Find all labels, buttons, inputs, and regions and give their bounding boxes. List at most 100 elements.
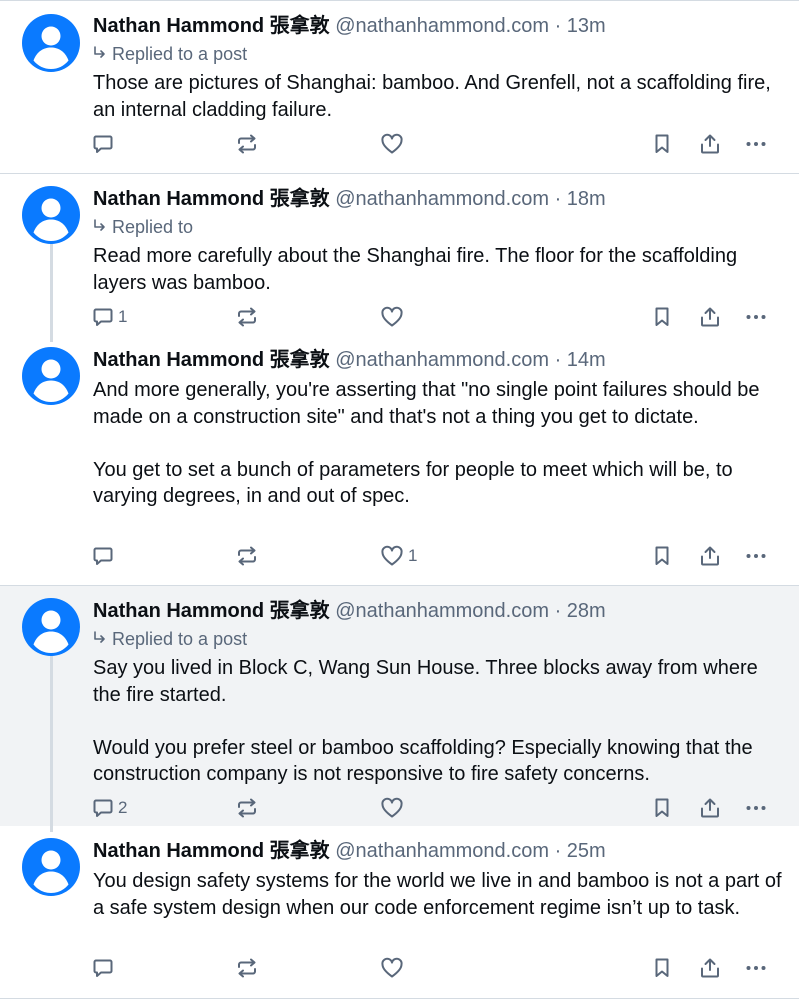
post-text: Those are pictures of Shanghai: bamboo. … xyxy=(93,72,777,121)
share-icon xyxy=(699,306,721,328)
bookmark-button[interactable] xyxy=(652,303,672,331)
share-icon xyxy=(699,545,721,567)
author-name[interactable]: Nathan Hammond 張拿敦 xyxy=(93,600,330,622)
reply-context-label: Replied to xyxy=(112,217,194,237)
separator: · xyxy=(554,840,562,862)
like-button[interactable] xyxy=(380,954,408,982)
reply-button[interactable]: 2 xyxy=(92,794,127,822)
avatar-default-icon[interactable] xyxy=(22,347,80,405)
share-button[interactable] xyxy=(699,130,721,158)
repost-arrows-icon xyxy=(235,133,259,155)
share-button[interactable] xyxy=(699,794,721,822)
author-name[interactable]: Nathan Hammond 張拿敦 xyxy=(93,349,330,371)
author-handle[interactable]: @nathanhammond.com xyxy=(335,15,549,37)
more-options-button[interactable] xyxy=(745,542,767,570)
post-text: Read more carefully about the Shanghai f… xyxy=(93,245,743,294)
bookmark-button[interactable] xyxy=(652,542,672,570)
reply-button[interactable] xyxy=(92,130,118,158)
post-timestamp[interactable]: 18m xyxy=(567,188,606,210)
post-header: Nathan Hammond 張拿敦 @nathanhammond.com · … xyxy=(93,599,789,623)
heart-icon xyxy=(380,957,404,979)
ellipsis-icon xyxy=(745,545,767,567)
reply-button[interactable]: 1 xyxy=(92,303,127,331)
share-button[interactable] xyxy=(699,954,721,982)
divider xyxy=(0,998,799,999)
post-timestamp[interactable]: 13m xyxy=(567,15,606,37)
more-options-button[interactable] xyxy=(745,954,767,982)
divider xyxy=(0,0,799,1)
reply-arrow-icon xyxy=(94,631,105,643)
repost-button[interactable] xyxy=(235,542,259,570)
heart-icon xyxy=(380,306,404,328)
separator: · xyxy=(554,188,562,210)
bookmark-icon xyxy=(652,133,672,155)
separator: · xyxy=(554,15,562,37)
share-button[interactable] xyxy=(699,303,721,331)
repost-arrows-icon xyxy=(235,797,259,819)
post-text: And more generally, you're asserting tha… xyxy=(93,379,760,507)
author-name[interactable]: Nathan Hammond 張拿敦 xyxy=(93,840,330,862)
share-icon xyxy=(699,133,721,155)
bookmark-icon xyxy=(652,797,672,819)
author-handle[interactable]: @nathanhammond.com xyxy=(335,349,549,371)
like-button[interactable]: 1 xyxy=(380,542,417,570)
post-header: Nathan Hammond 張拿敦 @nathanhammond.com · … xyxy=(93,348,789,372)
like-button[interactable] xyxy=(380,130,408,158)
repost-arrows-icon xyxy=(235,545,259,567)
post-timestamp[interactable]: 14m xyxy=(567,349,606,371)
post-actions: 1 xyxy=(0,303,799,331)
reply-context[interactable]: Replied to a post xyxy=(93,43,247,65)
author-name[interactable]: Nathan Hammond 張拿敦 xyxy=(93,188,330,210)
heart-icon xyxy=(380,797,404,819)
more-options-button[interactable] xyxy=(745,303,767,331)
author-name[interactable]: Nathan Hammond 張拿敦 xyxy=(93,15,330,37)
speech-bubble-icon xyxy=(92,797,114,819)
post-header: Nathan Hammond 張拿敦 @nathanhammond.com · … xyxy=(93,187,789,211)
speech-bubble-icon xyxy=(92,545,114,567)
bookmark-button[interactable] xyxy=(652,794,672,822)
avatar-default-icon[interactable] xyxy=(22,14,80,72)
like-button[interactable] xyxy=(380,794,408,822)
speech-bubble-icon xyxy=(92,957,114,979)
heart-icon xyxy=(380,133,404,155)
post-actions xyxy=(0,130,799,158)
ellipsis-icon xyxy=(745,133,767,155)
post-header: Nathan Hammond 張拿敦 @nathanhammond.com · … xyxy=(93,839,789,863)
divider xyxy=(0,173,799,174)
reply-context[interactable]: Replied to xyxy=(93,216,193,238)
repost-button[interactable] xyxy=(235,130,259,158)
reply-context-label: Replied to a post xyxy=(112,629,248,649)
author-handle[interactable]: @nathanhammond.com xyxy=(335,600,549,622)
more-options-button[interactable] xyxy=(745,794,767,822)
share-icon xyxy=(699,957,721,979)
like-count: 1 xyxy=(408,546,418,565)
share-button[interactable] xyxy=(699,542,721,570)
repost-button[interactable] xyxy=(235,303,259,331)
reply-count: 1 xyxy=(118,307,128,326)
reply-button[interactable] xyxy=(92,954,118,982)
post-timestamp[interactable]: 28m xyxy=(567,600,606,622)
bookmark-button[interactable] xyxy=(652,130,672,158)
bookmark-button[interactable] xyxy=(652,954,672,982)
avatar-default-icon[interactable] xyxy=(22,598,80,656)
heart-icon xyxy=(380,545,404,567)
post-actions xyxy=(0,954,799,982)
repost-button[interactable] xyxy=(235,954,259,982)
repost-arrows-icon xyxy=(235,306,259,328)
author-handle[interactable]: @nathanhammond.com xyxy=(335,188,549,210)
ellipsis-icon xyxy=(745,306,767,328)
bookmark-icon xyxy=(652,306,672,328)
reply-button[interactable] xyxy=(92,542,118,570)
more-options-button[interactable] xyxy=(745,130,767,158)
like-button[interactable] xyxy=(380,303,408,331)
author-handle[interactable]: @nathanhammond.com xyxy=(335,840,549,862)
ellipsis-icon xyxy=(745,797,767,819)
post-timestamp[interactable]: 25m xyxy=(567,840,606,862)
reply-context[interactable]: Replied to a post xyxy=(93,628,247,650)
repost-button[interactable] xyxy=(235,794,259,822)
bookmark-icon xyxy=(652,545,672,567)
post-text: Say you lived in Block C, Wang Sun House… xyxy=(93,657,758,785)
avatar-default-icon[interactable] xyxy=(22,186,80,244)
avatar-default-icon[interactable] xyxy=(22,838,80,896)
reply-arrow-icon xyxy=(94,46,105,58)
